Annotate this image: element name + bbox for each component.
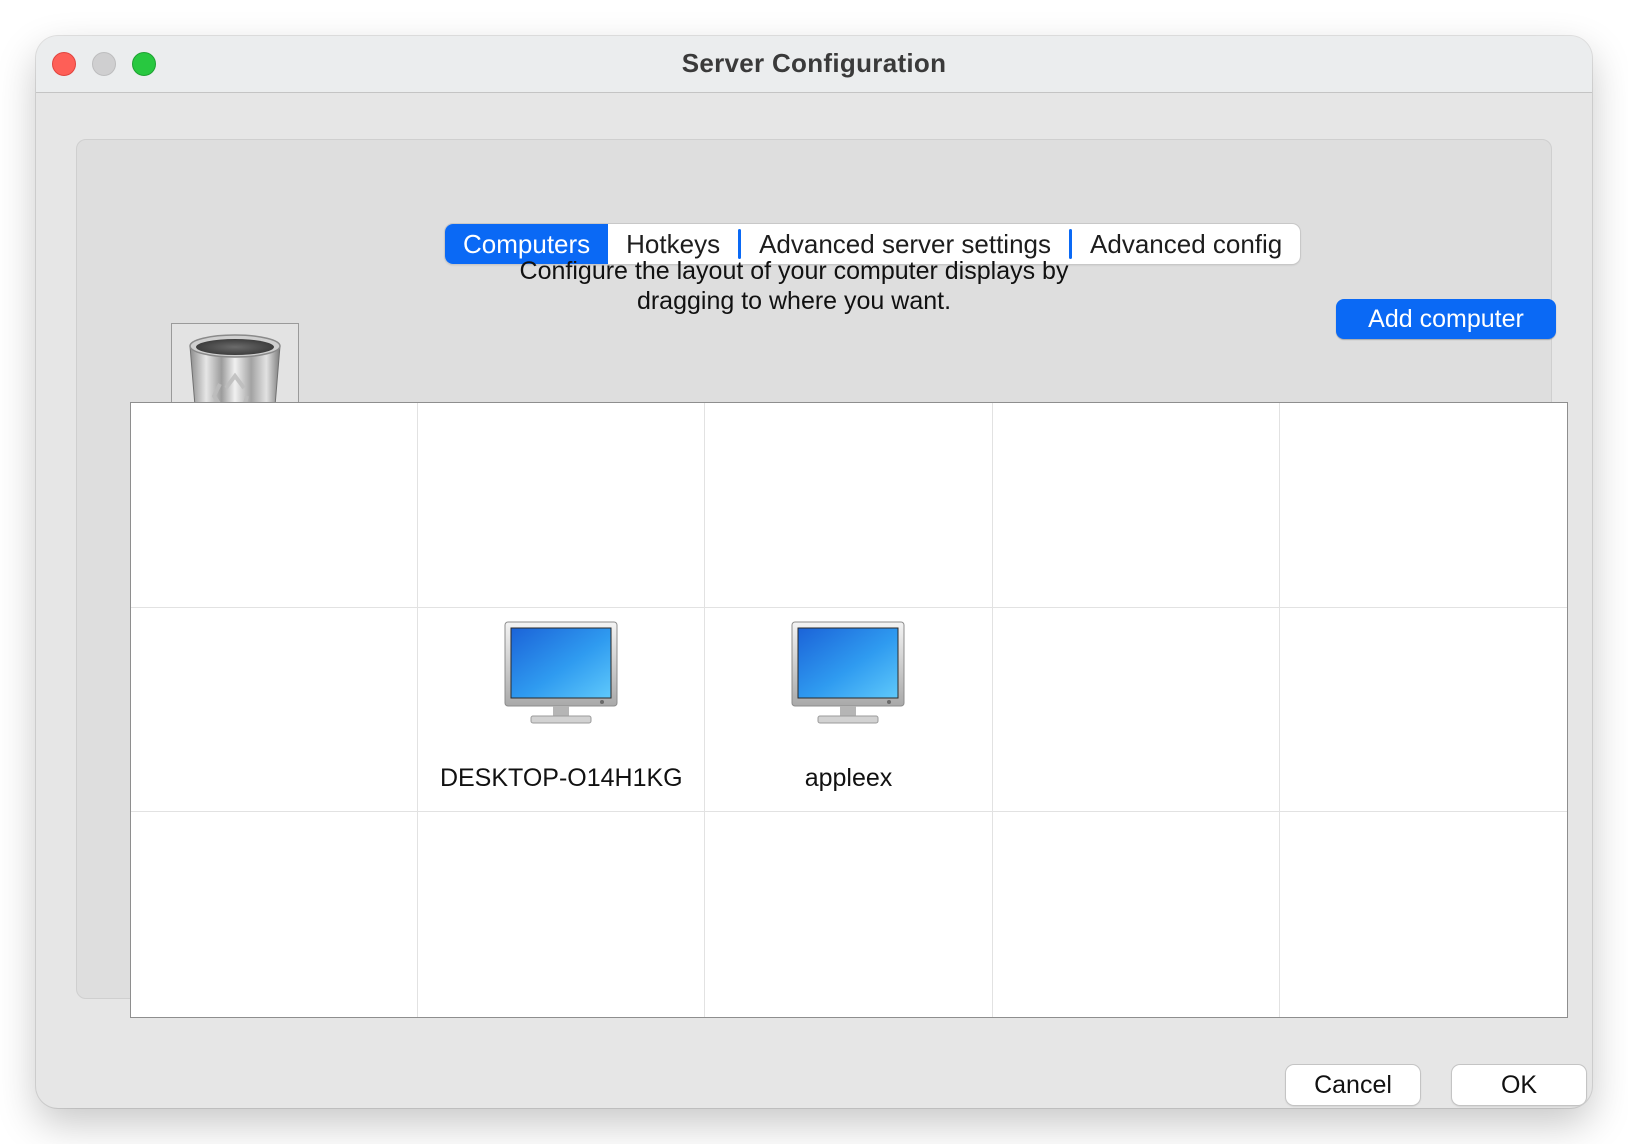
monitor-icon bbox=[504, 621, 618, 724]
grid-cell[interactable]: appleex bbox=[705, 607, 993, 813]
cancel-button[interactable]: Cancel bbox=[1286, 1065, 1420, 1105]
grid-cell[interactable] bbox=[993, 812, 1280, 1017]
grid-cell[interactable] bbox=[131, 812, 419, 1017]
title-bar[interactable]: Server Configuration bbox=[36, 36, 1592, 93]
grid-cell[interactable]: DESKTOP-O14H1KG bbox=[418, 607, 706, 813]
grid-cell[interactable] bbox=[992, 607, 1280, 813]
grid-cell[interactable] bbox=[705, 403, 993, 608]
screen-layout-grid: DESKTOP-O14H1KG appleex bbox=[130, 402, 1568, 1018]
screen-name-label: DESKTOP-O14H1KG bbox=[439, 763, 683, 792]
grid-cell[interactable] bbox=[1279, 608, 1567, 813]
layout-instructions: Configure the layout of your computer di… bbox=[519, 257, 1069, 315]
grid-cell[interactable] bbox=[131, 403, 419, 608]
grid-cell[interactable] bbox=[992, 403, 1280, 608]
grid-cell[interactable] bbox=[418, 403, 706, 608]
grid-cell[interactable] bbox=[418, 812, 706, 1017]
grid-cell[interactable] bbox=[1279, 403, 1567, 608]
add-computer-button[interactable]: Add computer bbox=[1336, 299, 1556, 339]
grid-cell[interactable] bbox=[131, 607, 419, 813]
ok-button[interactable]: OK bbox=[1452, 1065, 1586, 1105]
screen-desktop-o14h1kg[interactable]: DESKTOP-O14H1KG bbox=[418, 620, 704, 793]
monitor-icon bbox=[791, 621, 905, 724]
window-title: Server Configuration bbox=[681, 48, 947, 78]
grid-cell[interactable] bbox=[705, 812, 993, 1017]
grid-cell[interactable] bbox=[1280, 812, 1567, 1017]
server-configuration-window: Server Configuration Computers Hotkeys A… bbox=[36, 36, 1592, 1108]
screen-appleex[interactable]: appleex bbox=[705, 620, 991, 793]
screen-name-label: appleex bbox=[804, 763, 893, 792]
